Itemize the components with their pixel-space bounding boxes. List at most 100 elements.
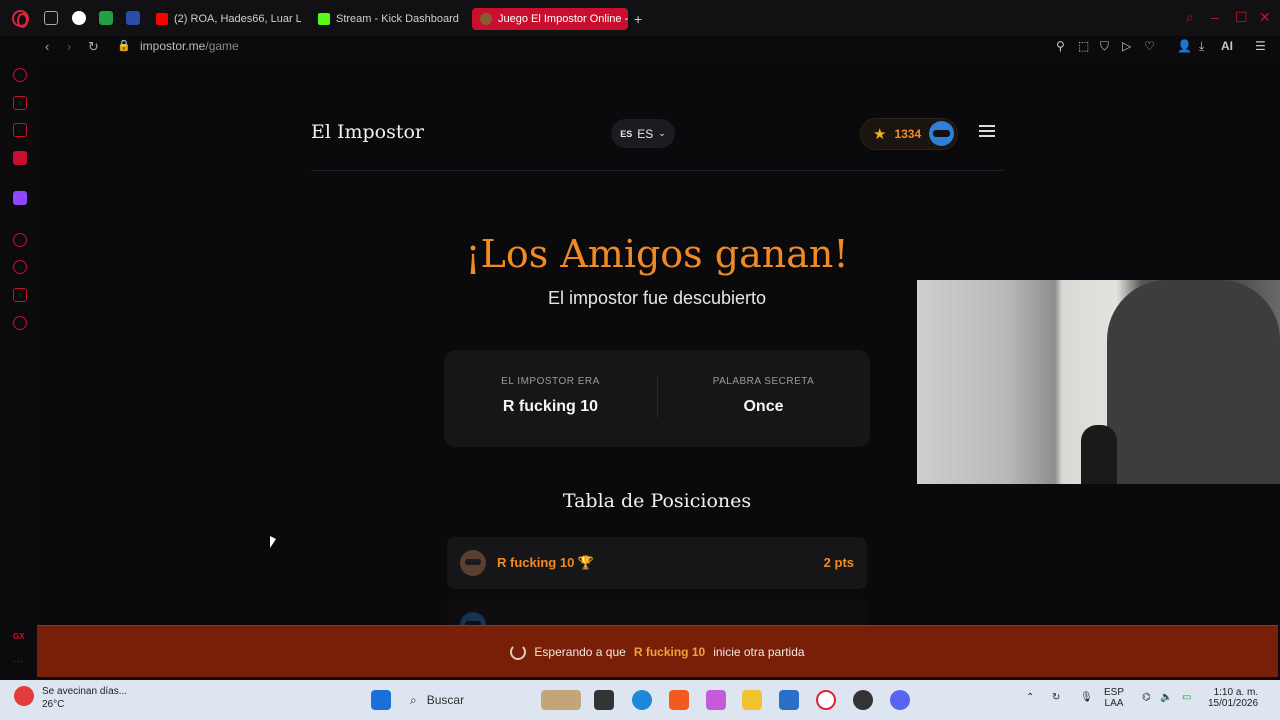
sync-icon[interactable]: ↻ <box>1052 692 1060 703</box>
hamburger-menu-icon[interactable] <box>979 125 995 137</box>
tab-kick[interactable]: Stream - Kick Dashboard <box>318 8 463 30</box>
kick-icon <box>318 13 330 25</box>
weather-widget[interactable]: Se avecinan días... 26°C <box>42 686 127 710</box>
search-highlight-icon <box>541 690 581 710</box>
extensions-icon[interactable] <box>13 288 27 302</box>
browser-sidebar: GX ··· <box>0 58 40 680</box>
profile-icon[interactable]: 👤 <box>1177 39 1192 53</box>
outlook-icon[interactable] <box>779 690 799 710</box>
history-icon[interactable] <box>13 260 27 274</box>
copilot-icon[interactable] <box>706 690 726 710</box>
edge-icon[interactable] <box>632 690 652 710</box>
wallet-icon[interactable] <box>13 123 27 137</box>
tab-impostor[interactable]: Juego El Impostor Online - <box>472 8 628 30</box>
tab-label: (2) ROA, Hades66, Luar La <box>174 13 301 25</box>
player-avatar <box>460 550 486 576</box>
weather-alert-icon[interactable] <box>14 686 34 706</box>
lang-top: ESP <box>1104 687 1125 698</box>
clock[interactable]: 1:10 a. m. 15/01/2026 <box>1208 687 1258 709</box>
menu-icon[interactable]: ☰ <box>1255 39 1266 53</box>
address-bar: ‹ › ↻ 🔒 impostor.me/game ⚲ ⬚ ⛉ ▷ ♡ 👤 ⤓ A… <box>0 36 1280 58</box>
leaderboard-title: Tabla de Posiciones <box>562 490 752 512</box>
pinned-site-icon[interactable] <box>72 11 86 25</box>
secret-word-label: PALABRA SECRETA <box>712 376 815 387</box>
discord-icon[interactable] <box>890 690 910 710</box>
download-icon[interactable]: ⤓ <box>1199 39 1204 54</box>
waiting-suffix: inicie otra partida <box>713 644 805 659</box>
site-title[interactable]: El Impostor <box>311 121 424 143</box>
obs-icon[interactable] <box>853 690 873 710</box>
workspace-icon[interactable] <box>44 11 58 25</box>
result-headline: ¡Los Amigos ganan! <box>465 232 849 276</box>
forward-icon[interactable]: › <box>67 39 71 54</box>
pinned-17-icon[interactable] <box>126 11 140 25</box>
aria-icon[interactable] <box>13 68 27 82</box>
tab-label: Stream - Kick Dashboard <box>336 13 459 25</box>
network-icon[interactable]: ⌬ <box>1142 692 1151 703</box>
player-icon[interactable] <box>13 233 27 247</box>
messenger-icon[interactable] <box>13 151 27 165</box>
search-label: Buscar <box>426 693 465 707</box>
opera-logo-icon[interactable] <box>12 10 29 28</box>
back-icon[interactable]: ‹ <box>45 39 49 54</box>
reload-icon[interactable]: ↻ <box>88 39 99 55</box>
points-value: 1334 <box>894 127 922 141</box>
waiting-player: R fucking 10 <box>633 644 706 659</box>
maximize-icon[interactable]: ☐ <box>1235 9 1248 26</box>
snapshot-icon[interactable]: ⬚ <box>1078 39 1089 53</box>
sheets-icon[interactable] <box>99 11 113 25</box>
star-icon: ★ <box>873 126 887 143</box>
task-view-icon[interactable] <box>594 690 614 710</box>
language-label: ES <box>637 126 654 141</box>
spinner-icon <box>510 643 527 660</box>
tab-label: Juego El Impostor Online - <box>498 13 628 25</box>
shield-icon[interactable]: ⛉ <box>1100 39 1109 54</box>
clock-date: 15/01/2026 <box>1208 698 1259 709</box>
browser-tab-bar: (2) ROA, Hades66, Luar La Stream - Kick … <box>0 0 1280 36</box>
minimize-icon[interactable]: – <box>1211 9 1219 25</box>
shopping-icon[interactable] <box>13 96 27 110</box>
gx-icon[interactable]: GX <box>13 632 27 646</box>
volume-icon[interactable]: 🔈 <box>1160 692 1172 703</box>
search-icon: ⌕ <box>410 692 417 707</box>
settings-gear-icon[interactable] <box>13 316 27 330</box>
ai-button[interactable]: AI <box>1221 39 1233 53</box>
lock-icon: 🔒 <box>117 40 131 52</box>
file-explorer-icon[interactable] <box>742 690 762 710</box>
pin-icon[interactable]: ⚲ <box>1056 39 1065 53</box>
impostor-favicon-icon <box>480 13 492 25</box>
url-path: /game <box>205 39 239 53</box>
leaderboard-row: R fucking 10 🏆 2 pts <box>447 537 867 589</box>
play-icon[interactable]: ▷ <box>1122 39 1131 53</box>
secret-word: Once <box>743 398 784 415</box>
more-icon[interactable]: ··· <box>13 656 27 670</box>
url-field[interactable]: impostor.me/game <box>140 39 239 53</box>
lang-bottom: LAA <box>1104 698 1124 709</box>
twitch-icon[interactable] <box>13 191 27 205</box>
tray-chevron-icon[interactable]: ⌃ <box>1026 692 1034 703</box>
search-tabs-icon[interactable]: ⌕ <box>1186 9 1194 26</box>
close-icon[interactable]: ✕ <box>1259 9 1271 26</box>
weather-temp: 26°C <box>42 699 65 710</box>
mic-tray-icon[interactable]: 🎙 <box>1080 692 1093 703</box>
battery-icon[interactable]: ▭ <box>1182 692 1191 703</box>
language-selector[interactable]: ES ES ⌄ <box>611 119 675 148</box>
chevron-down-icon: ⌄ <box>658 128 666 138</box>
result-card: EL IMPOSTOR ERA R fucking 10 PALABRA SEC… <box>444 350 870 447</box>
language-indicator[interactable]: ESP LAA <box>1104 687 1124 709</box>
header-divider <box>311 170 1004 171</box>
brave-icon[interactable] <box>669 690 689 710</box>
youtube-icon <box>156 13 168 25</box>
windows-taskbar: Se avecinan días... 26°C ⌕ Buscar ⌃ ↻ 🎙 … <box>0 680 1280 720</box>
opera-gx-icon[interactable] <box>816 690 836 710</box>
impostor-name: R fucking 10 <box>502 398 599 415</box>
secret-word-reveal: PALABRA SECRETA Once <box>657 376 870 416</box>
webcam-overlay <box>917 280 1280 484</box>
impostor-label: EL IMPOSTOR ERA <box>501 376 600 387</box>
windows-start-icon[interactable] <box>371 690 391 710</box>
tab-youtube[interactable]: (2) ROA, Hades66, Luar La <box>156 8 301 30</box>
ai-label: AI <box>1221 39 1233 53</box>
heart-icon[interactable]: ♡ <box>1144 39 1155 53</box>
new-tab-button[interactable]: + <box>634 8 648 30</box>
avatar[interactable] <box>929 121 954 146</box>
